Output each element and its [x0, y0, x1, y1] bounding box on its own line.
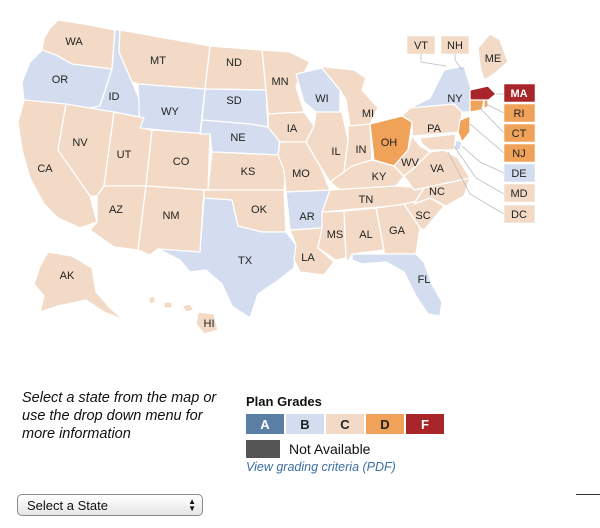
tag-vt[interactable]: VT — [406, 35, 436, 55]
tag-ri[interactable]: RI — [503, 103, 536, 123]
state-mt[interactable] — [118, 29, 211, 90]
grading-criteria-link[interactable]: View grading criteria (PDF) — [246, 460, 466, 474]
tag-de[interactable]: DE — [503, 163, 536, 183]
state-select-dropdown[interactable]: Select a State ▲ ▼ — [17, 494, 203, 516]
state-select-value: Select a State — [27, 497, 108, 513]
grade-scale: A B C D F — [246, 414, 466, 434]
not-available-swatch — [246, 440, 280, 458]
grade-a-swatch: A — [246, 414, 284, 434]
state-md[interactable] — [419, 133, 457, 151]
state-hi[interactable] — [147, 295, 219, 335]
legend-title: Plan Grades — [246, 394, 322, 409]
state-wy[interactable] — [137, 83, 206, 135]
state-co[interactable] — [145, 129, 211, 191]
state-ak[interactable] — [33, 251, 125, 321]
grade-b-swatch: B — [286, 414, 324, 434]
state-nj[interactable] — [457, 115, 471, 143]
grade-d-swatch: D — [366, 414, 404, 434]
select-arrows-icon: ▲ ▼ — [188, 497, 196, 513]
grade-c-swatch: C — [326, 414, 364, 434]
state-az[interactable] — [89, 185, 147, 251]
tag-ma[interactable]: MA — [503, 83, 536, 103]
grade-f-swatch: F — [406, 414, 444, 434]
divider-line — [576, 494, 600, 495]
tag-ct[interactable]: CT — [503, 123, 536, 143]
not-available-legend: Not Available — [246, 440, 466, 458]
tag-nj[interactable]: NJ — [503, 143, 536, 163]
state-nd[interactable] — [204, 45, 267, 91]
plan-grades-legend: Plan Grades A B C D F Not Available View… — [246, 394, 466, 474]
state-fl[interactable] — [351, 253, 443, 317]
tag-nh[interactable]: NH — [440, 35, 470, 55]
tag-dc[interactable]: DC — [503, 204, 536, 224]
us-states-map: WA OR CA NV ID MT WY UT AZ CO NM ND SD N… — [17, 19, 536, 335]
state-ks[interactable] — [207, 151, 287, 191]
state-nm[interactable] — [137, 185, 205, 256]
tag-md[interactable]: MD — [503, 183, 536, 203]
state-me[interactable] — [477, 33, 509, 81]
instructions-text: Select a state from the map or use the d… — [22, 390, 217, 442]
state-ny[interactable] — [409, 65, 473, 113]
not-available-label: Not Available — [289, 441, 371, 457]
